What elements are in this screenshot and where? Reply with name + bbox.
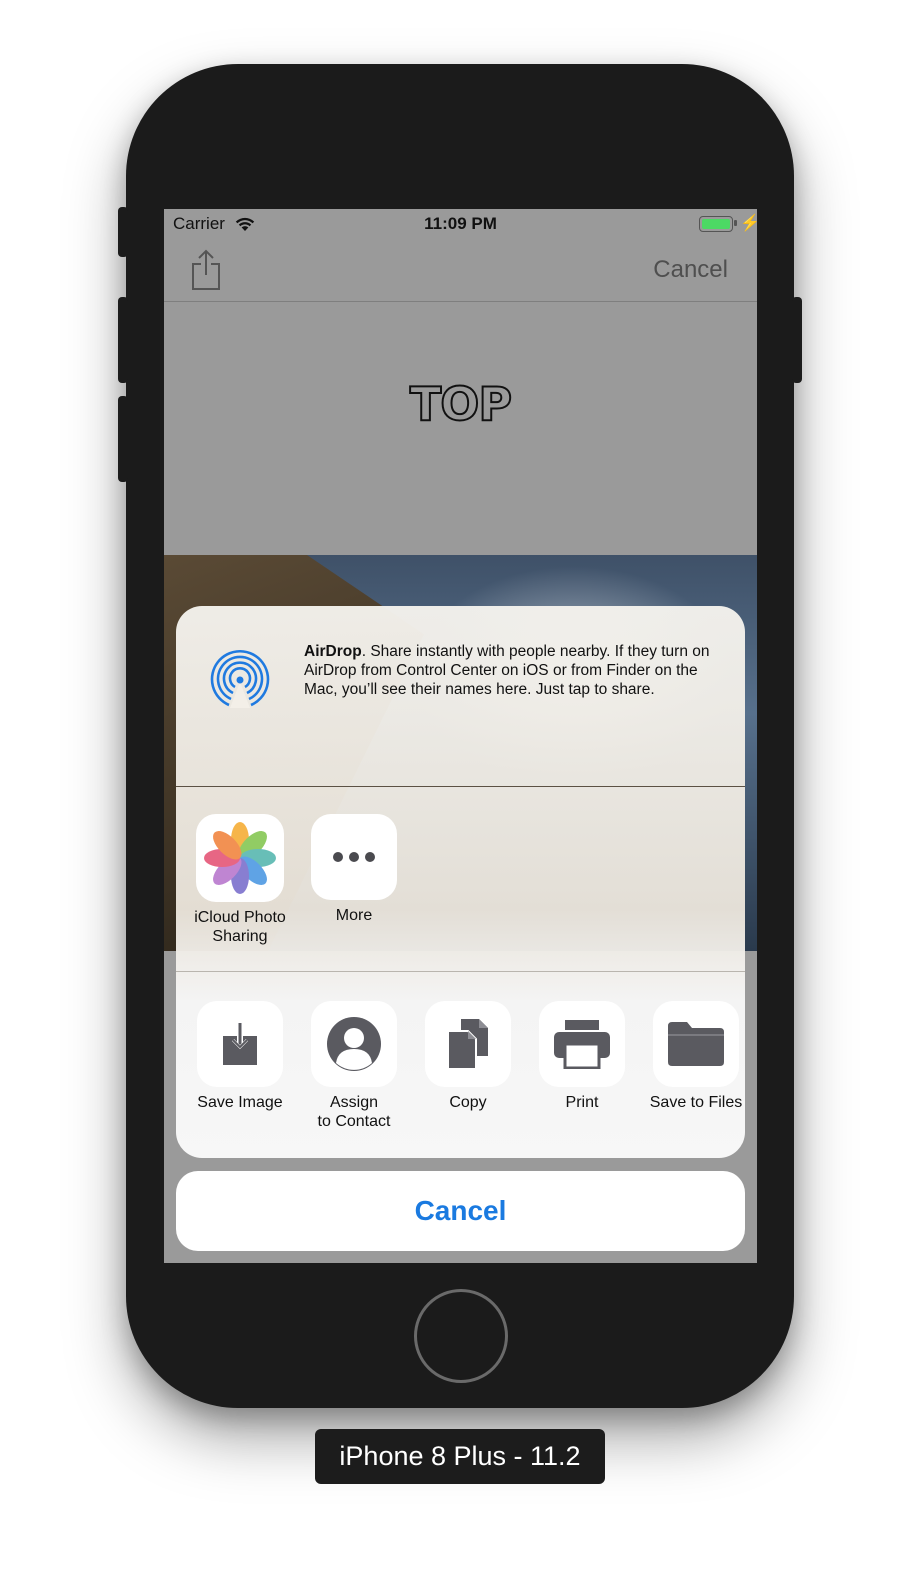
action-label: Save to Files xyxy=(649,1094,743,1111)
sheet-cancel-label: Cancel xyxy=(414,1195,507,1226)
screen: Carrier 11:09 PM ⚡ Cancel TOP AirDrop. S… xyxy=(164,209,757,1263)
sheet-cancel-button[interactable]: Cancel xyxy=(176,1171,745,1251)
action-label: Copy xyxy=(449,1094,487,1111)
volume-up-button xyxy=(118,297,128,383)
battery-icon xyxy=(699,216,733,232)
folder-icon xyxy=(653,1001,739,1087)
airdrop-text-body: . Share instantly with people nearby. If… xyxy=(304,643,710,698)
save-image-icon xyxy=(197,1001,283,1087)
app-label: More xyxy=(335,907,373,924)
action-print[interactable]: Print xyxy=(522,1001,642,1112)
clock: 11:09 PM xyxy=(424,214,497,233)
top-title: TOP xyxy=(409,376,513,432)
actions-row: Save Image Assign to Contact Copy Print … xyxy=(176,971,745,1158)
battery-tip xyxy=(734,220,737,226)
home-button[interactable] xyxy=(414,1289,508,1383)
airdrop-icon xyxy=(210,650,270,708)
action-save-to-files[interactable]: Save to Files xyxy=(636,1001,745,1112)
status-bar: Carrier 11:09 PM ⚡ xyxy=(164,209,757,239)
more-icon xyxy=(311,814,397,900)
copy-icon xyxy=(425,1001,511,1087)
nav-cancel-button[interactable]: Cancel xyxy=(653,256,728,284)
charging-bolt-icon: ⚡ xyxy=(740,215,757,232)
app-icloud-photo-sharing[interactable]: iCloud Photo Sharing xyxy=(180,814,300,946)
action-save-image[interactable]: Save Image xyxy=(180,1001,300,1112)
airdrop-section[interactable]: AirDrop. Share instantly with people nea… xyxy=(176,606,745,787)
app-label: iCloud Photo Sharing xyxy=(194,909,286,945)
airdrop-description: AirDrop. Share instantly with people nea… xyxy=(304,642,728,699)
action-label: Assign to Contact xyxy=(317,1094,391,1130)
action-assign-to-contact[interactable]: Assign to Contact xyxy=(294,1001,414,1131)
mute-switch xyxy=(118,207,128,257)
photos-icon xyxy=(196,814,284,902)
action-copy[interactable]: Copy xyxy=(408,1001,528,1112)
print-icon xyxy=(539,1001,625,1087)
device-label: iPhone 8 Plus - 11.2 xyxy=(315,1429,605,1484)
navigation-bar: Cancel xyxy=(164,239,757,302)
contact-icon xyxy=(311,1001,397,1087)
action-label: Print xyxy=(565,1094,599,1111)
share-icon[interactable] xyxy=(190,249,222,291)
volume-down-button xyxy=(118,396,128,482)
airdrop-title: AirDrop xyxy=(304,643,362,660)
share-sheet: AirDrop. Share instantly with people nea… xyxy=(176,606,745,1158)
apps-row: iCloud Photo Sharing More xyxy=(176,786,745,972)
action-label: Save Image xyxy=(197,1094,283,1111)
app-more[interactable]: More xyxy=(294,814,414,925)
power-button xyxy=(792,297,802,383)
